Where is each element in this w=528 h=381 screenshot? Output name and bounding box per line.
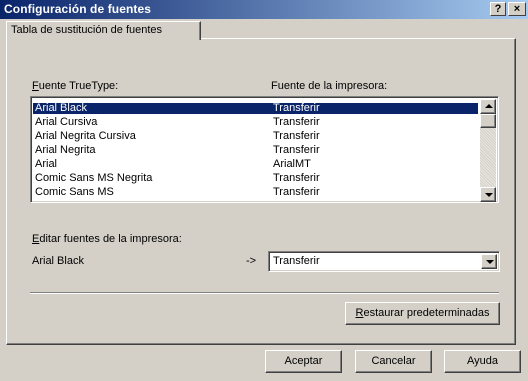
- font-row[interactable]: Comic Sans MS Negrita Transferir: [33, 173, 478, 184]
- cancel-button[interactable]: Cancelar: [355, 350, 432, 373]
- truetype-font-cell: Arial Negrita: [35, 144, 96, 156]
- truetype-font-cell: Comic Sans MS Negrita: [35, 172, 153, 184]
- close-window-button[interactable]: ×: [508, 2, 526, 16]
- scroll-down-button[interactable]: [480, 187, 496, 202]
- font-substitution-list[interactable]: Arial Black Transferir Arial Cursiva Transf…: [30, 96, 499, 203]
- printer-font-select-value: Transferir: [273, 255, 320, 267]
- up-arrow-icon: [485, 104, 493, 108]
- scroll-up-button[interactable]: [480, 99, 496, 114]
- font-row[interactable]: Arial Cursiva Transferir: [33, 117, 478, 128]
- scroll-thumb[interactable]: [480, 114, 496, 128]
- current-truetype-font: Arial Black: [32, 255, 84, 267]
- tab-font-substitution[interactable]: Tabla de sustitución de fuentes: [6, 21, 201, 40]
- printer-font-select[interactable]: Transferir: [268, 251, 500, 272]
- window-title: Configuración de fuentes: [4, 2, 152, 16]
- truetype-font-cell: Arial Negrita Cursiva: [35, 130, 136, 142]
- help-title-button[interactable]: ?: [490, 2, 506, 16]
- list-scrollbar[interactable]: [480, 99, 496, 202]
- truetype-font-cell: Arial Cursiva: [35, 116, 98, 128]
- edit-printer-font-label: Editar fuentes de la impresora:: [32, 233, 182, 245]
- printer-font-cell: Transferir: [273, 102, 320, 114]
- printer-font-cell: Transferir: [273, 130, 320, 142]
- printer-column-header: Fuente de la impresora:: [271, 80, 388, 92]
- font-row[interactable]: Arial ArialMT: [33, 159, 478, 170]
- down-arrow-icon: [485, 193, 493, 197]
- font-row[interactable]: Arial Negrita Transferir: [33, 145, 478, 156]
- help-button[interactable]: Ayuda: [444, 350, 521, 373]
- title-bar: Configuración de fuentes ? ×: [0, 0, 528, 19]
- dropdown-button[interactable]: [481, 254, 497, 269]
- printer-font-cell: Transferir: [273, 116, 320, 128]
- chevron-down-icon: [486, 260, 494, 264]
- tab-label: Tabla de sustitución de fuentes: [11, 24, 163, 36]
- ok-button[interactable]: Aceptar: [265, 350, 342, 373]
- font-row[interactable]: Arial Negrita Cursiva Transferir: [33, 131, 478, 142]
- printer-font-cell: ArialMT: [273, 158, 311, 170]
- printer-font-cell: Transferir: [273, 144, 320, 156]
- font-row[interactable]: Arial Black Transferir: [33, 103, 478, 114]
- truetype-column-header: Fuente TrueType:: [32, 80, 119, 92]
- truetype-font-cell: Arial: [35, 158, 58, 170]
- restore-defaults-button[interactable]: Restaurar predeterminadas: [345, 302, 500, 325]
- printer-font-cell: Transferir: [273, 172, 320, 184]
- printer-font-cell: Transferir: [273, 186, 320, 198]
- mapping-arrow: ->: [246, 255, 257, 267]
- truetype-font-cell: Comic Sans MS: [35, 186, 114, 198]
- divider: [30, 292, 499, 294]
- truetype-font-cell: Arial Black: [35, 102, 87, 114]
- font-row[interactable]: Comic Sans MS Transferir: [33, 187, 478, 198]
